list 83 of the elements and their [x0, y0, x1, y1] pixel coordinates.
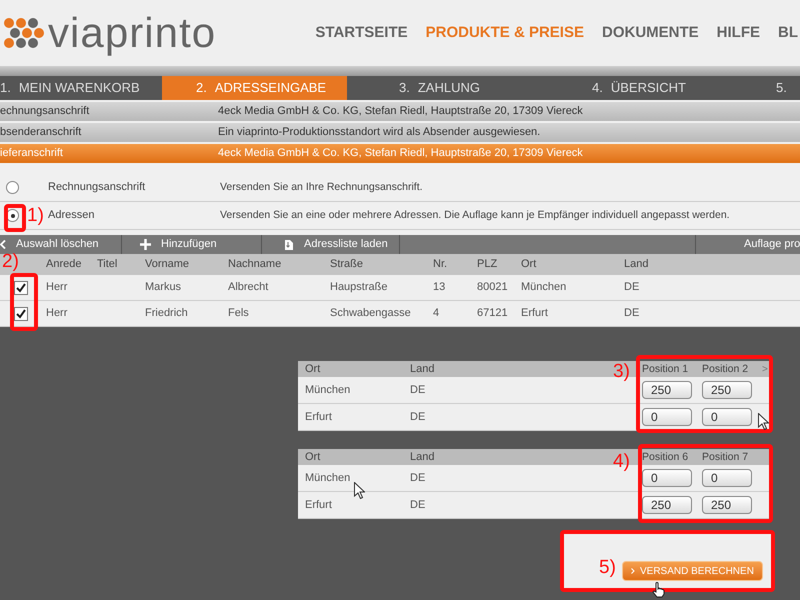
table-cell: Erfurt: [305, 410, 332, 423]
column-header: Position 1: [642, 362, 688, 375]
nav-link[interactable]: HILFE: [716, 22, 760, 44]
table-cell: Erfurt: [305, 498, 332, 511]
table-cell: DE: [410, 498, 426, 511]
cursor-icon: [758, 413, 769, 430]
address-row[interactable]: bsenderanschrift Ein viaprinto-Produktionsstandort wird als Absender ausgewiesen.: [0, 123, 800, 142]
table-cell: DE: [410, 384, 426, 396]
column-header: Position 7: [702, 450, 748, 463]
step-tab[interactable]: 1. MEIN WARENKORB: [0, 76, 162, 100]
table-cell-text: Fels: [228, 306, 249, 322]
quantity-field[interactable]: 0: [642, 408, 692, 426]
table-cell-text: 67121: [477, 306, 508, 322]
annotation-label: 2): [2, 252, 19, 271]
table-cell-text: Haupstraße: [330, 280, 388, 296]
step-tab[interactable]: 3. ZAHLUNG: [347, 76, 540, 100]
column-header: Land: [410, 362, 434, 375]
table-cell-text: Erfurt: [521, 306, 548, 322]
plus-icon: [140, 239, 151, 250]
table-cell-text: 13: [433, 280, 446, 296]
chevron-icon: [631, 568, 635, 574]
annotation-label: 4): [613, 452, 630, 471]
caret-left-icon: [0, 240, 6, 249]
document-icon: [284, 238, 294, 250]
column-header: Ort: [305, 450, 320, 463]
table-cell: München: [305, 384, 350, 396]
column-header: Nr.: [433, 257, 448, 272]
table-cell-text: DE: [624, 280, 640, 296]
column-header: Nachname: [228, 257, 282, 272]
hand-cursor-icon: [652, 582, 666, 598]
quantity-field[interactable]: 0: [642, 469, 692, 487]
annotation-label: 5): [599, 558, 616, 577]
table-cell: München: [305, 472, 350, 484]
option-label: Adressen: [48, 209, 94, 222]
table-cell: DE: [410, 472, 426, 484]
column-header: PLZ: [477, 257, 498, 272]
nav-link[interactable]: BL: [778, 22, 798, 44]
column-header: Position 2: [702, 362, 748, 375]
quantity-field[interactable]: 250: [642, 381, 692, 399]
table-cell: DE: [410, 410, 426, 423]
column-header: Land: [410, 450, 434, 463]
option-label: Rechnungsanschrift: [48, 181, 146, 194]
logo-wordmark: viaprinto: [48, 12, 216, 54]
column-header: Titel: [97, 257, 118, 272]
column-header: Ort: [305, 362, 320, 375]
option-description: Versenden Sie an eine oder mehrere Adressen. Die Auflage kann je Empfänger individuell angepasst werden.: [220, 208, 730, 223]
highlight-frame: [4, 204, 26, 232]
column-header: Position 6: [642, 450, 688, 463]
table-cell-text: 4: [433, 306, 440, 322]
quantity-field[interactable]: 250: [702, 496, 752, 514]
step-tab[interactable]: 4. ÜBERSICHT: [540, 76, 740, 100]
column-header: Anrede: [46, 257, 82, 272]
address-row[interactable]: echnungsanschrift 4eck Media GmbH & Co. KG, Stefan Riedl, Hauptstraße 20, 17309 Viereck: [0, 102, 800, 121]
column-header: Straße: [330, 257, 364, 272]
radio-button[interactable]: [6, 181, 19, 194]
column-header: Ort: [521, 257, 536, 272]
annotation-label: 1): [27, 206, 44, 225]
quantity-field[interactable]: 250: [642, 496, 692, 514]
table-cell-text: Schwabengasse: [330, 306, 411, 322]
table-cell-text: München: [521, 280, 566, 296]
column-header: Land: [624, 257, 648, 272]
table-cell-text: Albrecht: [228, 280, 268, 296]
table-cell-text: Herr: [46, 280, 68, 296]
annotation-label: 3): [613, 362, 630, 381]
highlight-frame: [10, 273, 38, 331]
table-cell-text: Herr: [46, 306, 68, 322]
quantity-field[interactable]: 250: [702, 381, 752, 399]
column-header: Vorname: [145, 257, 190, 272]
nav-link[interactable]: STARTSEITE: [315, 22, 408, 44]
step-tab[interactable]: 2. ADRESSEINGABE: [162, 76, 347, 100]
table-cell-text: Friedrich: [145, 306, 188, 322]
table-cell-text: Markus: [145, 280, 182, 296]
step-tab[interactable]: 5.: [740, 76, 800, 100]
table-cell-text: DE: [624, 306, 640, 322]
quantity-field[interactable]: 0: [702, 408, 752, 426]
checkbox[interactable]: [14, 306, 28, 320]
logo-icon: [4, 17, 44, 49]
nav-link[interactable]: DOKUMENTE: [602, 22, 699, 44]
cursor-icon: [354, 482, 365, 499]
checkbox[interactable]: [14, 280, 28, 294]
table-cell-text: 80021: [477, 280, 508, 296]
quantity-field[interactable]: 0: [702, 469, 752, 487]
option-description: Versenden Sie an Ihre Rechnungsanschrift.: [220, 180, 423, 195]
